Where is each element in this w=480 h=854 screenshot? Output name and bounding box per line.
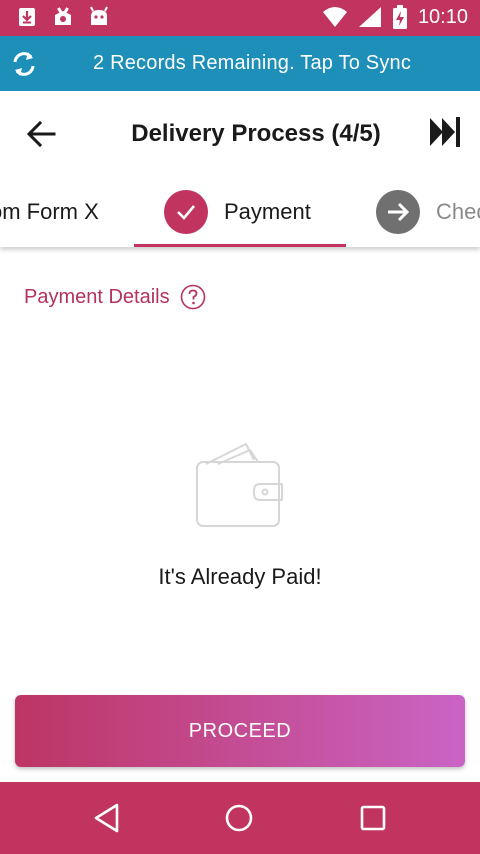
skip-forward-icon[interactable] — [428, 114, 462, 150]
tab-label: Payment — [224, 199, 311, 224]
recents-square-icon[interactable] — [355, 800, 391, 836]
sync-icon[interactable] — [9, 49, 39, 79]
system-navigation-bar — [0, 782, 480, 854]
tab-payment[interactable]: Payment — [134, 177, 346, 247]
battery-charging-icon — [392, 5, 407, 29]
back-triangle-icon[interactable] — [89, 800, 125, 836]
proceed-button[interactable]: PROCEED — [15, 695, 465, 767]
check-icon — [164, 190, 208, 234]
tab-checkout[interactable]: Chec — [376, 177, 480, 247]
home-circle-icon[interactable] — [221, 800, 257, 836]
robot-icon — [90, 6, 108, 25]
android-icon — [55, 7, 71, 25]
arrow-right-icon — [376, 190, 420, 234]
payment-status-message: It's Already Paid! — [158, 564, 322, 589]
download-icon — [19, 8, 35, 26]
tab-custom-form[interactable]: om Form X — [0, 177, 99, 247]
active-tab-indicator — [134, 244, 346, 247]
system-icons: 10:10 — [322, 5, 468, 29]
sync-banner[interactable]: 2 Records Remaining. Tap To Sync — [0, 36, 480, 91]
clock: 10:10 — [417, 5, 468, 28]
wifi-icon — [322, 7, 347, 27]
app-toolbar: Delivery Process (4/5) — [0, 91, 480, 177]
status-bar: 10:10 — [0, 0, 480, 36]
step-tabs: om Form X Payment Chec — [0, 177, 480, 247]
tab-label: om Form X — [0, 199, 99, 224]
page-title: Delivery Process (4/5) — [131, 120, 381, 147]
signal-icon — [358, 7, 381, 27]
tab-label: Chec — [436, 199, 480, 224]
notification-icons — [16, 6, 110, 28]
help-icon[interactable] — [180, 284, 206, 310]
wallet-icon — [196, 443, 283, 527]
sync-status-text[interactable]: 2 Records Remaining. Tap To Sync — [93, 52, 411, 75]
section-title: Payment Details — [24, 285, 170, 308]
section-header: Payment Details — [24, 284, 206, 310]
